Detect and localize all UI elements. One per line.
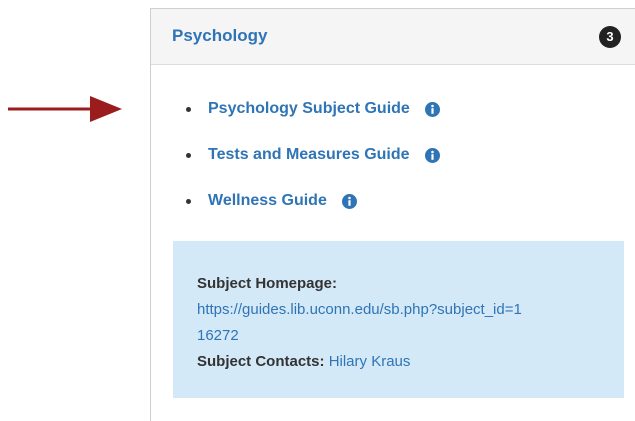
panel-title-link[interactable]: Psychology [172, 26, 267, 46]
panel-header: Psychology 3 [151, 9, 635, 65]
subject-contact-link[interactable]: Hilary Kraus [329, 353, 411, 370]
subject-contacts-label: Subject Contacts: [197, 353, 325, 370]
bullet-icon [186, 199, 191, 204]
guide-link-wellness[interactable]: Wellness Guide [208, 189, 327, 213]
subject-homepage-link[interactable]: https://guides.lib.uconn.edu/sb.php?subj… [197, 297, 527, 349]
subject-homepage-label: Subject Homepage: [197, 275, 338, 292]
info-icon[interactable] [424, 148, 440, 163]
subject-info-box: Subject Homepage: https://guides.lib.uco… [173, 241, 624, 398]
list-item: Wellness Guide [186, 189, 440, 235]
info-icon[interactable] [424, 102, 440, 117]
guide-link-psychology-subject[interactable]: Psychology Subject Guide [208, 97, 410, 121]
bullet-icon [186, 107, 191, 112]
info-icon[interactable] [341, 194, 357, 209]
red-pointer-arrow-icon [8, 96, 122, 122]
subject-panel: Psychology 3 Psychology Subject Guide Te… [150, 8, 635, 421]
list-item: Tests and Measures Guide [186, 143, 440, 189]
guide-count-badge: 3 [599, 26, 621, 48]
list-item: Psychology Subject Guide [186, 97, 440, 143]
subject-contacts-line: Subject Contacts: Hilary Kraus [197, 349, 600, 375]
guide-list: Psychology Subject Guide Tests and Measu… [186, 97, 440, 235]
guide-link-tests-and-measures[interactable]: Tests and Measures Guide [208, 143, 410, 167]
bullet-icon [186, 153, 191, 158]
